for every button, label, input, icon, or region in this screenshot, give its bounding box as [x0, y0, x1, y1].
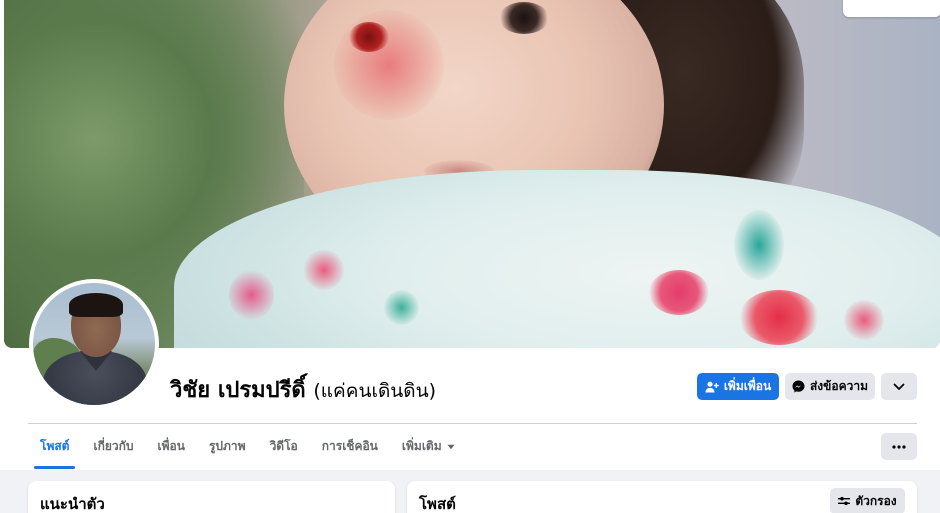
filter-icon [838, 496, 851, 506]
filter-label: ตัวกรอง [855, 493, 897, 508]
tab-videos[interactable]: วิดีโอ [258, 424, 310, 469]
more-options-button[interactable] [881, 373, 917, 400]
intro-card: แนะนำตัว [28, 481, 395, 513]
tab-photos[interactable]: รูปภาพ [197, 424, 258, 469]
intro-title: แนะนำตัว [40, 495, 105, 513]
add-friend-icon [705, 381, 719, 393]
tab-friends[interactable]: เพื่อน [146, 424, 197, 469]
add-friend-label: เพิ่มเพื่อน [723, 379, 772, 393]
profile-avatar[interactable] [29, 279, 159, 409]
tab-more[interactable]: เพิ่มเติม [390, 424, 467, 469]
filter-button[interactable]: ตัวกรอง [830, 488, 905, 513]
profile-tabs: โพสต์ เกี่ยวกับ เพื่อน รูปภาพ วิดีโอ การ… [28, 424, 467, 469]
profile-name-text: วิชัย เปรมปรีดิ์ [170, 378, 306, 403]
tab-posts[interactable]: โพสต์ [28, 424, 81, 469]
profile-alternate-name: (แค่คนเดินดิน) [313, 380, 437, 402]
cover-corner-button[interactable] [843, 0, 940, 17]
posts-title: โพสต์ [419, 495, 456, 513]
chevron-down-icon [893, 383, 905, 391]
tabs-more-button[interactable] [881, 433, 917, 460]
caret-down-icon [447, 444, 455, 450]
send-message-button[interactable]: ส่งข้อความ [785, 373, 875, 400]
tab-about[interactable]: เกี่ยวกับ [81, 424, 145, 469]
cover-photo[interactable] [4, 0, 940, 348]
profile-name: วิชัย เปรมปรีดิ์ (แค่คนเดินดิน) [170, 372, 436, 407]
send-message-label: ส่งข้อความ [809, 379, 868, 393]
posts-card: โพสต์ ตัวกรอง [407, 481, 917, 513]
messenger-icon [792, 380, 805, 393]
add-friend-button[interactable]: เพิ่มเพื่อน [697, 373, 779, 400]
ellipsis-icon [892, 444, 906, 449]
tab-checkins[interactable]: การเช็คอิน [310, 424, 390, 469]
